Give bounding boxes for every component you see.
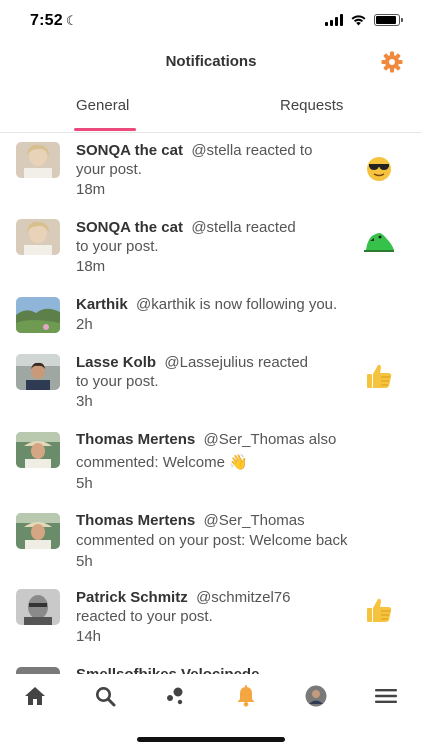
timestamp: 18m xyxy=(76,181,106,198)
status-time: 7:52 ☾ xyxy=(30,12,78,30)
avatar xyxy=(16,589,60,625)
clock-text: 7:52 xyxy=(30,12,63,29)
gear-icon[interactable] xyxy=(380,50,404,74)
signal-icon xyxy=(325,14,343,26)
user-name[interactable]: SONQA the cat xyxy=(76,219,183,236)
notification-text: Lasse Kolb @Lassejulius reacted to your … xyxy=(76,353,376,411)
status-icons xyxy=(325,14,403,26)
wifi-icon xyxy=(351,15,366,26)
notification-list: SONQA the cat @stella reacted to your po… xyxy=(0,134,422,674)
home-indicator[interactable] xyxy=(137,737,285,742)
notification-item[interactable]: SONQA the cat @stella reacted to your po… xyxy=(0,218,422,288)
user-name[interactable]: SONQA the cat xyxy=(76,142,183,159)
notification-text: SONQA the cat @stella reacted to your po… xyxy=(76,218,376,276)
profile-avatar xyxy=(305,685,327,707)
nav-home[interactable] xyxy=(21,682,49,710)
avatar xyxy=(16,513,60,549)
nav-groups[interactable] xyxy=(161,682,189,710)
tab-general[interactable]: General xyxy=(76,97,129,114)
search-icon xyxy=(95,686,115,706)
notification-item[interactable]: Lasse Kolb @Lassejulius reacted to your … xyxy=(0,353,422,423)
notification-item[interactable]: Smellsofbikes Velocipede xyxy=(0,665,422,674)
notification-text: SONQA the cat @stella reacted to your po… xyxy=(76,141,376,199)
battery-level xyxy=(376,16,396,24)
sunglasses-emoji-icon xyxy=(367,157,391,181)
notification-message-cont: reacted to your post. xyxy=(76,608,213,625)
notification-text: Smellsofbikes Velocipede xyxy=(76,665,376,674)
notification-message-cont: to your post. xyxy=(76,238,159,255)
timestamp: 5h xyxy=(76,475,93,492)
battery-icon xyxy=(374,14,403,26)
nav-notifications[interactable] xyxy=(232,682,260,710)
notification-message: @Ser_Thomas xyxy=(203,512,305,529)
avatar xyxy=(16,142,60,178)
user-name[interactable]: Thomas Mertens xyxy=(76,512,195,529)
thumbs-up-emoji-icon xyxy=(367,364,392,388)
timestamp: 14h xyxy=(76,628,102,645)
avatar xyxy=(16,219,60,255)
timestamp: 2h xyxy=(76,316,93,333)
timestamp: 3h xyxy=(76,393,93,410)
user-name[interactable]: Smellsofbikes Velocipede xyxy=(76,666,259,674)
notification-text: Thomas Mertens @Ser_Thomas commented on … xyxy=(76,511,396,572)
notification-item[interactable]: Patrick Schmitz @schmitzel76 reacted to … xyxy=(0,588,422,658)
bottom-nav xyxy=(0,678,422,714)
home-icon xyxy=(25,687,45,705)
notification-text: Karthik @karthik is now following you. 2… xyxy=(76,295,376,334)
header: Notifications xyxy=(0,44,422,80)
user-name[interactable]: Thomas Mertens xyxy=(76,431,195,448)
timestamp: 5h xyxy=(76,553,93,570)
nav-profile[interactable] xyxy=(302,682,330,710)
tab-bar: General Requests xyxy=(0,88,422,133)
groups-icon xyxy=(167,687,183,705)
menu-icon xyxy=(375,689,397,703)
notification-message: @Ser_Thomas also xyxy=(203,431,337,448)
notification-message: @karthik is now following you. xyxy=(136,296,338,313)
user-name[interactable]: Karthik xyxy=(76,296,128,313)
notification-message-cont: your post. xyxy=(76,161,142,178)
status-bar: 7:52 ☾ xyxy=(0,0,422,44)
moon-icon: ☾ xyxy=(65,13,78,28)
notification-message: @stella reacted to xyxy=(191,142,313,159)
user-name[interactable]: Lasse Kolb xyxy=(76,354,156,371)
parrot-emoji-icon xyxy=(364,233,394,252)
avatar xyxy=(16,432,60,468)
notification-text: Patrick Schmitz @schmitzel76 reacted to … xyxy=(76,588,376,646)
notification-message-cont: commented on your post: Welcome back xyxy=(76,532,348,549)
page-title: Notifications xyxy=(165,53,257,70)
thumbs-up-emoji-icon xyxy=(367,598,392,622)
nav-menu[interactable] xyxy=(372,682,400,710)
avatar xyxy=(16,354,60,390)
tab-requests[interactable]: Requests xyxy=(280,97,343,114)
active-tab-indicator xyxy=(74,128,136,131)
notification-item[interactable]: Thomas Mertens @Ser_Thomas commented on … xyxy=(0,511,422,581)
notification-message-cont: to your post. xyxy=(76,373,159,390)
nav-search[interactable] xyxy=(91,682,119,710)
notification-message: @Lassejulius reacted xyxy=(164,354,309,371)
bell-icon xyxy=(237,685,255,707)
notification-message: @schmitzel76 xyxy=(196,589,291,606)
notification-text: Thomas Mertens @Ser_Thomas also commente… xyxy=(76,430,376,494)
user-name[interactable]: Patrick Schmitz xyxy=(76,589,188,606)
notification-message: @stella reacted xyxy=(191,219,296,236)
notification-item[interactable]: Karthik @karthik is now following you. 2… xyxy=(0,295,422,353)
avatar xyxy=(16,297,60,333)
notification-message-cont: commented: Welcome 👋 xyxy=(76,454,248,471)
notification-item[interactable]: Thomas Mertens @Ser_Thomas also commente… xyxy=(0,430,422,502)
avatar xyxy=(16,667,60,674)
notification-item[interactable]: SONQA the cat @stella reacted to your po… xyxy=(0,141,422,211)
timestamp: 18m xyxy=(76,258,106,275)
